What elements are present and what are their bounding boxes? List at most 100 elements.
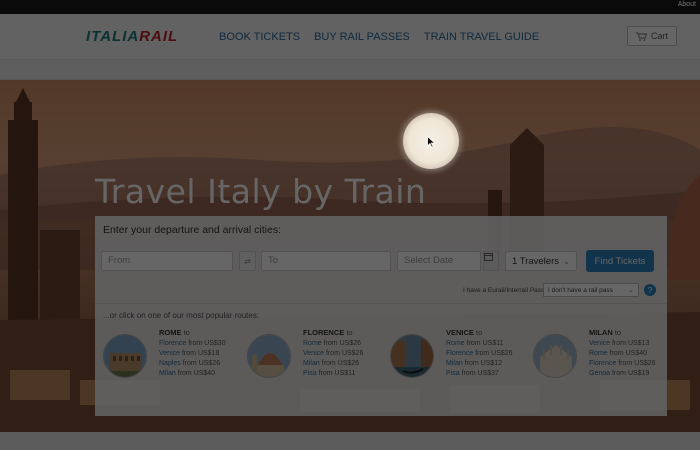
destination-city: Pisa: [303, 370, 317, 377]
destination-city: Rome: [446, 340, 465, 347]
from-word: from: [461, 370, 476, 377]
route-price: US$26: [339, 340, 361, 347]
from-word: from: [466, 340, 481, 347]
swap-stations-button[interactable]: ⇄: [239, 251, 256, 271]
route-price: US$26: [491, 350, 513, 357]
route-price: US$18: [197, 350, 220, 357]
route-link[interactable]: Pisa from US$11: [303, 369, 363, 379]
help-icon[interactable]: ?: [644, 284, 656, 296]
ticket-search-panel: Enter your departure and arrival cities:…: [95, 216, 667, 416]
from-word: from: [323, 340, 338, 347]
venice-canal-image[interactable]: [390, 334, 434, 378]
rail-pass-select[interactable]: I don't have a rail pass ⌄: [543, 283, 639, 297]
route-origin-venice: VENICE to: [446, 328, 482, 337]
from-word: from: [321, 360, 336, 367]
route-link[interactable]: Milan from US$12: [446, 359, 513, 369]
nav-book-tickets[interactable]: BOOK TICKETS: [219, 31, 300, 43]
route-link[interactable]: Naples from US$26: [159, 359, 226, 369]
from-word: from: [181, 350, 196, 357]
destination-city: Milan: [159, 370, 176, 377]
about-link[interactable]: About: [678, 1, 696, 8]
nav-buy-rail-passes[interactable]: BUY RAIL PASSES: [314, 31, 410, 43]
route-list-florence: Rome from US$26 Venice from US$26 Milan …: [303, 339, 363, 379]
florence-duomo-image[interactable]: [247, 334, 291, 378]
destination-city: Venice: [303, 350, 325, 357]
route-price: US$26: [634, 360, 656, 367]
route-origin-milan: MILAN to: [589, 328, 621, 337]
calendar-button[interactable]: [483, 251, 499, 271]
route-price: US$26: [198, 360, 221, 367]
route-price: US$30: [204, 340, 226, 347]
chevron-down-icon: ⌄: [563, 256, 570, 266]
route-link[interactable]: Rome from US$11: [446, 339, 513, 349]
route-link[interactable]: Venice from US$18: [159, 349, 226, 359]
calendar-icon: [484, 253, 493, 261]
route-price: US$37: [477, 370, 499, 377]
logo-text-italia: ITALIA: [86, 28, 140, 45]
to-input[interactable]: To: [261, 251, 391, 271]
milan-cathedral-image[interactable]: [533, 334, 577, 378]
date-input[interactable]: Select Date: [397, 251, 481, 271]
from-word: from: [475, 350, 490, 357]
route-link[interactable]: Venice from US$13: [589, 339, 656, 349]
from-word: from: [325, 350, 340, 357]
from-word: from: [618, 360, 633, 367]
from-word: from: [464, 360, 479, 367]
route-link[interactable]: Venice from US$26: [303, 349, 363, 359]
route-link[interactable]: Florence from US$26: [589, 359, 656, 369]
popular-routes-intro: ...or click on one of our most popular r…: [103, 311, 260, 320]
italiarail-logo[interactable]: ITALIARAIL: [86, 28, 178, 45]
hero-banner: Travel Italy by Train Enter your departu…: [0, 80, 700, 432]
route-price: US$12: [480, 360, 503, 367]
route-link[interactable]: Rome from US$26: [303, 339, 363, 349]
from-word: from: [188, 340, 203, 347]
from-word: from: [182, 360, 197, 367]
rome-colosseum-image[interactable]: [103, 334, 147, 378]
cart-button[interactable]: Cart: [627, 26, 677, 46]
from-word: from: [611, 370, 626, 377]
rail-pass-value: I don't have a rail pass: [548, 286, 613, 294]
search-prompt: Enter your departure and arrival cities:: [103, 224, 282, 236]
route-origin-rome: ROME to: [159, 328, 190, 337]
route-link[interactable]: Florence from US$30: [159, 339, 226, 349]
destination-city: Naples: [159, 360, 181, 367]
route-link[interactable]: Genoa from US$19: [589, 369, 656, 379]
from-input[interactable]: From: [101, 251, 233, 271]
nav-train-travel-guide[interactable]: TRAIN TRAVEL GUIDE: [424, 31, 539, 43]
site-header: ITALIARAIL BOOK TICKETS BUY RAIL PASSES …: [0, 14, 700, 60]
travelers-select[interactable]: 1 Travelers ⌄: [505, 251, 577, 271]
route-card-venice: VENICE to Rome from US$11 Florence from …: [390, 328, 530, 398]
webpage: ITALIARAIL BOOK TICKETS BUY RAIL PASSES …: [0, 14, 700, 450]
route-link[interactable]: Florence from US$26: [446, 349, 513, 359]
route-price: US$40: [193, 370, 216, 377]
route-price: US$26: [341, 350, 364, 357]
sub-header-bar: [0, 60, 700, 80]
route-list-milan: Venice from US$13 Rome from US$40 Floren…: [589, 339, 656, 379]
origin-city-name: FLORENCE: [303, 328, 345, 337]
destination-city: Genoa: [589, 370, 611, 377]
route-card-rome: ROME to Florence from US$30 Venice from …: [103, 328, 243, 398]
find-tickets-button[interactable]: Find Tickets: [586, 250, 654, 272]
to-word: to: [476, 328, 483, 337]
destination-city: Milan: [446, 360, 463, 367]
chevron-down-icon: ⌄: [628, 287, 634, 294]
destination-city: Venice: [159, 350, 181, 357]
route-price: US$11: [334, 370, 356, 377]
cart-icon: [635, 32, 647, 41]
route-link[interactable]: Rome from US$40: [589, 349, 656, 359]
destination-city: Florence: [446, 350, 474, 357]
destination-city: Florence: [589, 360, 617, 367]
route-card-milan: MILAN to Venice from US$13 Rome from US$…: [533, 328, 673, 398]
rail-pass-label: I have a Eurail/Interrail Pass:: [463, 287, 547, 294]
to-word: to: [614, 328, 622, 337]
route-link[interactable]: Milan from US$26: [303, 359, 363, 369]
destination-city: Rome: [589, 350, 608, 357]
route-link[interactable]: Pisa from US$37: [446, 369, 513, 379]
origin-city-name: VENICE: [446, 328, 474, 337]
route-link[interactable]: Milan from US$40: [159, 369, 226, 379]
from-word: from: [611, 340, 626, 347]
logo-text-rail: RAIL: [139, 28, 179, 45]
cart-label: Cart: [650, 31, 668, 41]
route-price: US$40: [625, 350, 647, 357]
route-price: US$13: [627, 340, 650, 347]
